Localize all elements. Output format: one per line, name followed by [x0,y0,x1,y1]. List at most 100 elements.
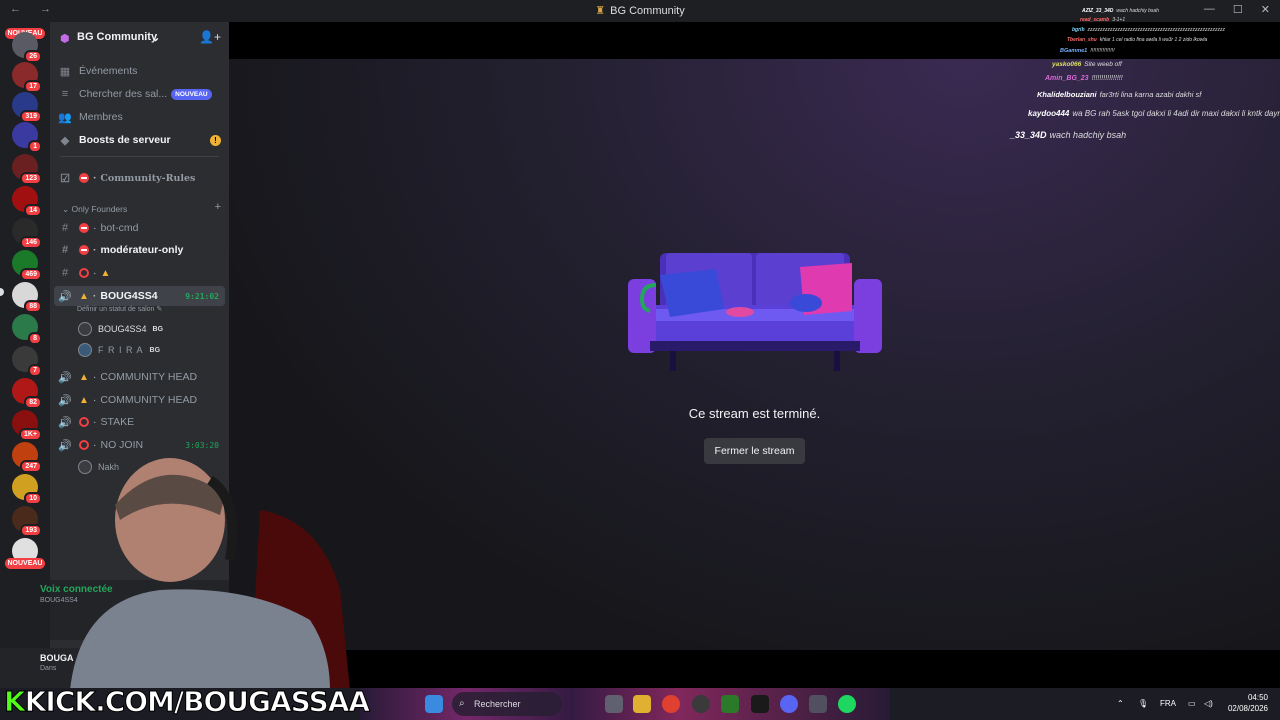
chat-user: yasko066 [1052,61,1082,68]
chat-text: zzzzzzzzzzzzzzzzzzzzzzzzzzzzzzzzzzzzzzzz… [1087,27,1226,33]
separator: · [93,244,97,256]
server-icon[interactable]: 8 [12,314,42,345]
voice-channel-label: COMMUNITY HEAD [100,394,198,406]
clock-time: 04:50 [1247,693,1268,702]
menu-boosts[interactable]: ◆ Boosts de serveur! [54,130,225,150]
kick-app-icon[interactable] [721,695,739,713]
chat-message: BGamme1!!!!!!!!!!!!!!!! [1060,48,1115,54]
unread-count: 82 [24,396,42,409]
separator: · [92,394,97,406]
chat-text: khlar 1 cel radio fina awila li wa3r 1 2… [1099,37,1208,43]
taskbar-search-label: Rechercher [474,699,521,709]
channel-warning[interactable]: # · ▲ [54,263,225,283]
discord-icon[interactable] [780,695,798,713]
speaker-icon: 🔊 [58,290,72,303]
menu-members-label: Membres [79,111,123,123]
warning-icon: ▲ [79,290,89,302]
voice-member[interactable]: BOUG4SS4 BG [78,320,163,338]
couch-leg [834,351,840,371]
menu-events[interactable]: ▦ Événements [54,61,225,81]
task-view-icon[interactable] [605,695,623,713]
app-icon[interactable] [751,695,769,713]
unread-count: 8 [28,332,42,345]
unread-count: 17 [24,80,42,93]
server-header[interactable]: ⬢ BG Community ⌄ 👤+ [50,22,229,54]
category-only-founders[interactable]: ⌄ Only Founders [62,204,127,215]
unread-count: 1K+ [18,428,42,441]
warning-icon: ▲ [100,267,111,279]
server-icon[interactable]: 193 [12,506,42,537]
channel-mod-only-label: modérateur-only [100,244,184,256]
unread-count: 14 [24,204,42,217]
add-member-icon[interactable]: 👤+ [199,30,221,44]
separator: · [93,267,97,279]
voice-channel-active[interactable]: 🔊 ▲ · BOUG4SS4 9:21:02 [54,286,225,306]
tray-chevron-icon[interactable]: ⌃ [1117,699,1124,708]
chat-user: read_scamb [1080,17,1110,23]
channel-mod-only[interactable]: # · modérateur-only [54,240,225,260]
new-badge: NOUVEAU [5,558,45,569]
chat-message: AZIZ_33_34D wach hadchiy bsah [1082,8,1159,14]
separator: · [92,290,97,302]
channel-rules[interactable]: ☑ · Community-Rules [54,168,225,188]
server-icon[interactable]: 14 [12,186,42,217]
server-icon[interactable]: 1K+ [12,410,42,441]
hash-icon: # [61,244,69,256]
voice-channel-stake[interactable]: 🔊 · STAKE [54,412,225,432]
unread-count: 88 [24,300,42,313]
separator: · [93,222,97,234]
set-status-hint[interactable]: Définir un statut de salon ✎ [77,305,162,313]
server-name: BG Community [77,31,158,43]
server-icon[interactable]: 88 [12,282,42,313]
chat-user: _33_34D [1010,130,1047,140]
chat-message: Amin_BG_23!!!!!!!!!!!!!!!! [1045,75,1123,82]
voice-member[interactable]: F R I R A BG [78,341,160,359]
server-icon[interactable]: 26 [12,32,42,63]
couch-illustration [628,253,882,371]
separator: · [92,371,97,383]
taskbar-clock[interactable]: 04:50 02/08/2026 [1224,692,1268,714]
server-icon[interactable]: 146 [12,218,42,249]
couch-base [650,341,860,351]
file-explorer-icon[interactable] [633,695,651,713]
chat-user: BGamme1 [1060,48,1088,54]
voice-timer: 3:03:20 [185,440,219,450]
stream-ended-message: Ce stream est terminé. [688,406,821,421]
user-status: Dans [40,665,57,672]
add-channel-icon[interactable]: + [215,201,221,213]
server-icon[interactable]: 469 [12,250,42,281]
language-indicator[interactable]: FRA [1160,699,1176,708]
chat-text: !!!!!!!!!!!!!!!! [1090,48,1115,54]
server-icon[interactable]: 82 [12,378,42,409]
microphone-icon[interactable]: 🎙 [1138,699,1148,708]
server-icon[interactable]: 123 [12,154,42,185]
close-stream-button[interactable]: Fermer le stream [704,438,805,464]
server-logo-icon: ⬢ [60,33,70,45]
start-icon[interactable] [425,695,443,713]
chat-message: read_scamb 3-1+1 [1080,17,1125,23]
chat-user: kaydoo444 [1028,109,1070,118]
divider [60,156,219,157]
voice-channel-label: COMMUNITY HEAD [100,371,198,383]
server-icon[interactable]: 1 [12,122,42,153]
app-icon[interactable] [809,695,827,713]
server-icon[interactable]: 17 [12,62,42,93]
server-icon[interactable]: 7 [12,346,42,377]
server-icon[interactable]: 247 [12,442,42,473]
network-icon[interactable]: ▭ [1188,699,1196,708]
app-icon[interactable] [692,695,710,713]
chat-text: !!!!!!!!!!!!!!!! [1091,75,1123,82]
voice-channel-head-1[interactable]: 🔊 ▲ · COMMUNITY HEAD [54,367,225,387]
channel-bot-cmd[interactable]: # · bot-cmd [54,218,225,238]
voice-channel-head-2[interactable]: 🔊 ▲ · COMMUNITY HEAD [54,390,225,410]
chrome-icon[interactable] [662,695,680,713]
menu-members[interactable]: 👥 Membres [54,107,225,127]
no-entry-icon [79,440,89,450]
spotify-icon[interactable] [838,695,856,713]
volume-icon[interactable]: ◁) [1204,699,1213,708]
server-icon[interactable]: 10 [12,474,42,505]
chat-message: _33_34D wach hadchiy bsah [1010,130,1126,140]
taskbar-search[interactable]: ⌕ Rechercher [452,692,562,716]
menu-browse-channels[interactable]: ≡ Chercher des sal... NOUVEAU [54,84,225,104]
server-icon[interactable]: 319 [12,92,42,123]
